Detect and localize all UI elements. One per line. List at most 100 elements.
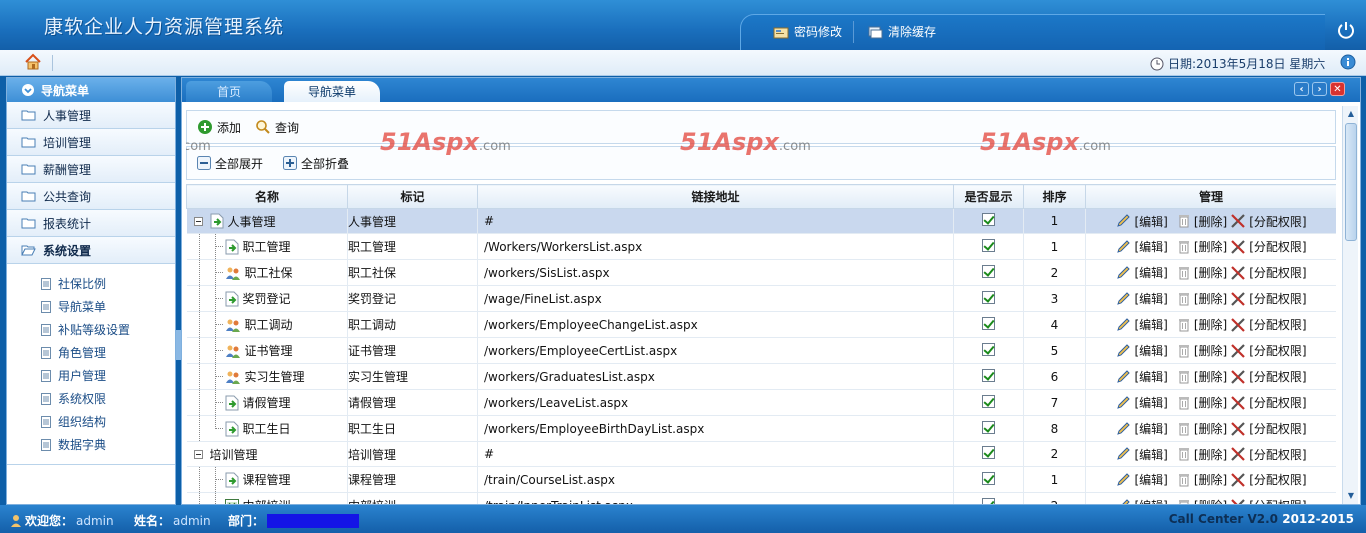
tab-prev-button[interactable]: ‹ [1294, 82, 1309, 96]
assign-permission-link[interactable]: [分配权限] [1249, 316, 1306, 333]
power-icon[interactable] [1336, 20, 1356, 40]
show-checkbox[interactable] [982, 342, 995, 356]
sidebar-group-training[interactable]: 培训管理 [7, 129, 175, 156]
column-header-url[interactable]: 链接地址 [477, 184, 954, 209]
table-row[interactable]: 内部培训内部培训/train/InnerTrainList.aspx2[编辑][… [186, 492, 1336, 504]
show-checkbox[interactable] [982, 264, 995, 278]
assign-permission-link[interactable]: [分配权限] [1249, 471, 1306, 488]
sidebar-group-settings[interactable]: 系统设置 [7, 237, 175, 264]
column-header-show[interactable]: 是否显示 [953, 184, 1024, 209]
assign-permission-link[interactable]: [分配权限] [1249, 213, 1306, 230]
info-icon[interactable] [1340, 54, 1356, 70]
show-checkbox[interactable] [982, 394, 995, 408]
table-row[interactable]: 证书管理 证书管理/workers/EmployeeCertList.aspx 5 [… [186, 337, 1336, 364]
table-row[interactable]: 人事管理 人事管理 #1 [编辑] [删除] [分配权限] [186, 208, 1336, 234]
assign-permission-link[interactable]: [分配权限] [1249, 420, 1306, 437]
table-row[interactable]: 职工生日 职工生日/workers/EmployeeBirthDayList.as… [186, 415, 1336, 442]
delete-link[interactable]: [删除] [1194, 446, 1227, 463]
edit-link[interactable]: [编辑] [1134, 471, 1167, 488]
tab-home[interactable]: 首页 [186, 81, 272, 102]
column-header-order[interactable]: 排序 [1023, 184, 1086, 209]
sidebar-item-users[interactable]: 用户管理 [7, 364, 175, 387]
edit-link[interactable]: [编辑] [1134, 264, 1167, 281]
table-row[interactable]: 请假管理 请假管理/workers/LeaveList.aspx 7 [编辑] [删除]… [186, 389, 1336, 416]
show-checkbox[interactable] [982, 316, 995, 330]
sidebar-group-salary[interactable]: 薪酬管理 [7, 156, 175, 183]
delete-link[interactable]: [删除] [1194, 368, 1227, 385]
delete-link[interactable]: [删除] [1194, 420, 1227, 437]
show-checkbox[interactable] [982, 290, 995, 304]
edit-link[interactable]: [编辑] [1134, 316, 1167, 333]
scroll-up-icon[interactable]: ▲ [1345, 108, 1357, 120]
assign-permission-link[interactable]: [分配权限] [1249, 342, 1306, 359]
collapse-node-icon[interactable] [193, 449, 203, 459]
sidebar-item-nav-menu[interactable]: 导航菜单 [7, 295, 175, 318]
clear-cache-button[interactable]: 清除缓存 [867, 23, 936, 40]
show-checkbox[interactable] [982, 368, 995, 382]
sidebar-item-permissions[interactable]: 系统权限 [7, 387, 175, 410]
sidebar-group-reports[interactable]: 报表统计 [7, 210, 175, 237]
edit-link[interactable]: [编辑] [1134, 290, 1167, 307]
assign-permission-link[interactable]: [分配权限] [1249, 368, 1306, 385]
tree-toggle[interactable] [191, 449, 206, 459]
delete-link[interactable]: [删除] [1194, 290, 1227, 307]
table-row[interactable]: 培训管理 培训管理 #2 [编辑] [删除] [分配权限] [186, 441, 1336, 467]
delete-link[interactable]: [删除] [1194, 213, 1227, 230]
edit-link[interactable]: [编辑] [1134, 368, 1167, 385]
edit-link[interactable]: [编辑] [1134, 446, 1167, 463]
edit-link[interactable]: [编辑] [1134, 420, 1167, 437]
show-checkbox[interactable] [982, 238, 995, 252]
tree-toggle[interactable] [191, 216, 206, 226]
scroll-thumb[interactable] [1345, 123, 1357, 241]
edit-link[interactable]: [编辑] [1134, 342, 1167, 359]
table-row[interactable]: 职工社保 职工社保/workers/SisList.aspx 2 [编辑] [删除] [分… [186, 259, 1336, 286]
table-row[interactable]: 奖罚登记 奖罚登记/wage/FineList.aspx 3 [编辑] [删除] [分配权… [186, 285, 1336, 312]
delete-link[interactable]: [删除] [1194, 394, 1227, 411]
collapse-node-icon[interactable] [193, 216, 203, 226]
column-header-manage[interactable]: 管理 [1085, 184, 1336, 209]
assign-permission-link[interactable]: [分配权限] [1249, 264, 1306, 281]
sidebar-group-hr[interactable]: 人事管理 [7, 102, 175, 129]
delete-link[interactable]: [删除] [1194, 471, 1227, 488]
sidebar-header[interactable]: 导航菜单 [7, 78, 175, 102]
table-row[interactable]: 职工管理 职工管理/Workers/WorkersList.aspx 1 [编辑] [删… [186, 233, 1336, 260]
assign-permission-link[interactable]: [分配权限] [1249, 290, 1306, 307]
scroll-down-icon[interactable]: ▼ [1345, 490, 1357, 502]
assign-permission-link[interactable]: [分配权限] [1249, 394, 1306, 411]
edit-link[interactable]: [编辑] [1134, 213, 1167, 230]
show-checkbox[interactable] [982, 497, 995, 504]
assign-permission-link[interactable]: [分配权限] [1249, 497, 1306, 504]
tab-nav-menu[interactable]: 导航菜单 [284, 81, 380, 102]
tab-next-button[interactable]: › [1312, 82, 1327, 96]
table-row[interactable]: 职工调动 职工调动/workers/EmployeeChangeList.aspx… [186, 311, 1336, 338]
show-checkbox[interactable] [982, 420, 995, 434]
sidebar-item-roles[interactable]: 角色管理 [7, 341, 175, 364]
column-header-name[interactable]: 名称 [186, 184, 348, 209]
query-button[interactable]: 查询 [255, 119, 299, 136]
vertical-scrollbar[interactable]: ▲ ▼ [1342, 106, 1358, 504]
sidebar-item-social-security[interactable]: 社保比例 [7, 272, 175, 295]
show-checkbox[interactable] [982, 213, 995, 226]
show-checkbox[interactable] [982, 471, 995, 485]
edit-link[interactable]: [编辑] [1134, 238, 1167, 255]
assign-permission-link[interactable]: [分配权限] [1249, 446, 1306, 463]
tab-close-button[interactable]: ✕ [1330, 82, 1345, 96]
delete-link[interactable]: [删除] [1194, 342, 1227, 359]
table-row[interactable]: 课程管理 课程管理/train/CourseList.aspx 1 [编辑] [删除][… [186, 466, 1336, 493]
show-checkbox[interactable] [982, 446, 995, 459]
delete-link[interactable]: [删除] [1194, 316, 1227, 333]
delete-link[interactable]: [删除] [1194, 264, 1227, 281]
delete-link[interactable]: [删除] [1194, 497, 1227, 504]
assign-permission-link[interactable]: [分配权限] [1249, 238, 1306, 255]
table-row[interactable]: 实习生管理 实习生管理/workers/GraduatesList.aspx 6 [编… [186, 363, 1336, 390]
sidebar-item-dictionary[interactable]: 数据字典 [7, 433, 175, 456]
delete-link[interactable]: [删除] [1194, 238, 1227, 255]
sidebar-item-subsidy[interactable]: 补贴等级设置 [7, 318, 175, 341]
sidebar-group-query[interactable]: 公共查询 [7, 183, 175, 210]
expand-all-button[interactable]: 全部展开 [197, 155, 263, 172]
edit-link[interactable]: [编辑] [1134, 394, 1167, 411]
column-header-tag[interactable]: 标记 [347, 184, 478, 209]
change-password-button[interactable]: 密码修改 [773, 23, 842, 40]
collapse-all-button[interactable]: 全部折叠 [283, 155, 349, 172]
sidebar-item-org[interactable]: 组织结构 [7, 410, 175, 433]
